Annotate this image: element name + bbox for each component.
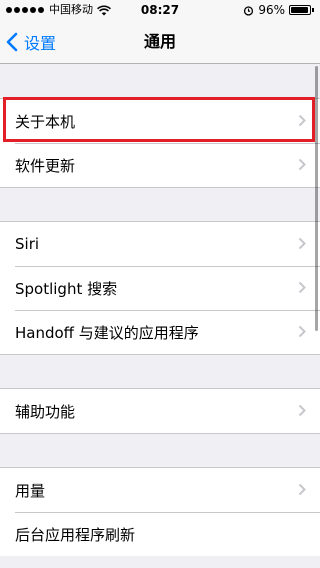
list-item-label: 关于本机: [15, 112, 76, 131]
status-right: 96%: [243, 0, 314, 20]
list-item-label: Siri: [15, 235, 40, 253]
list-item-label: 后台应用程序刷新: [15, 525, 136, 544]
list-item-siri[interactable]: Siri: [0, 222, 320, 266]
settings-group-usage: 用量 后台应用程序刷新: [0, 467, 320, 556]
page-title: 通用: [143, 32, 176, 51]
chevron-right-icon: [298, 483, 306, 496]
settings-group-about: 关于本机 软件更新: [0, 98, 320, 188]
chevron-right-icon: [298, 237, 306, 250]
list-item-label: 软件更新: [15, 156, 76, 175]
chevron-right-icon: [298, 404, 306, 417]
battery-tip: [312, 8, 314, 12]
battery-icon: [289, 5, 311, 15]
list-item-label: 辅助功能: [15, 402, 76, 421]
scroll-indicator: [315, 66, 318, 331]
list-item-label: 用量: [15, 481, 46, 500]
list-item-usage[interactable]: 用量: [0, 468, 320, 512]
battery-percent: 96%: [258, 3, 285, 17]
list-item-label: Spotlight 搜索: [15, 279, 118, 298]
settings-group-siri: Siri Spotlight 搜索 Handoff 与建议的应用程序: [0, 221, 320, 355]
battery-fill: [291, 7, 308, 13]
list-item-background-refresh[interactable]: 后台应用程序刷新: [0, 512, 320, 556]
list-item-accessibility[interactable]: 辅助功能: [0, 389, 320, 433]
list-item-about[interactable]: 关于本机: [0, 99, 320, 143]
chevron-right-icon: [298, 325, 306, 338]
alarm-icon: [244, 5, 254, 16]
chevron-right-icon: [298, 158, 306, 171]
navigation-bar: 设置 通用: [0, 20, 320, 64]
list-item-software-update[interactable]: 软件更新: [0, 143, 320, 187]
chevron-right-icon: [298, 281, 306, 294]
settings-group-accessibility: 辅助功能: [0, 388, 320, 434]
status-bar: 中国移动 08:27 96%: [0, 0, 320, 20]
list-item-handoff[interactable]: Handoff 与建议的应用程序: [0, 310, 320, 354]
chevron-right-icon: [298, 114, 306, 127]
list-item-spotlight[interactable]: Spotlight 搜索: [0, 266, 320, 310]
list-item-label: Handoff 与建议的应用程序: [15, 323, 199, 342]
